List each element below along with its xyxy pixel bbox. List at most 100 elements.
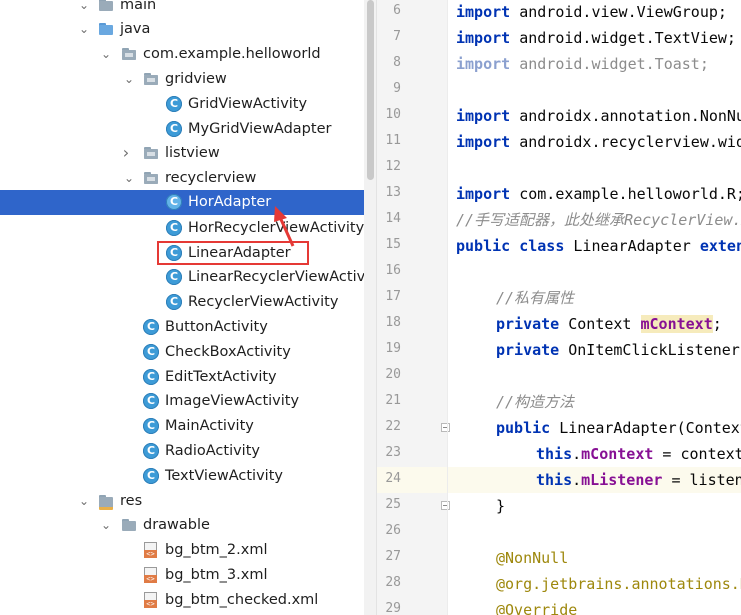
code-line[interactable]: public LinearAdapter(Context context, On… [448, 415, 741, 441]
code-line[interactable]: //构造方法 [448, 389, 741, 415]
gutter-line[interactable]: 20 [377, 363, 447, 389]
line-number: 11 [385, 133, 401, 148]
code-line[interactable]: private OnItemClickListener mListener; [448, 337, 741, 363]
tree-item-imageviewactivity[interactable]: C ImageViewActivity [0, 389, 376, 414]
code-line[interactable]: import android.widget.TextView; [448, 25, 741, 51]
gutter-line[interactable]: 26 [377, 519, 447, 545]
tree-item-label: RadioActivity [165, 443, 260, 459]
tree-item-linearrecyclerviewactivity[interactable]: C LinearRecyclerViewActivity [0, 265, 376, 290]
line-number: 10 [385, 107, 401, 122]
code-line[interactable]: @NonNull [448, 545, 741, 571]
chevron-down-icon[interactable]: ⌄ [121, 170, 137, 186]
tree-item-mygridviewadapter[interactable]: C MyGridViewAdapter [0, 117, 376, 142]
code-line[interactable]: //私有属性 [448, 285, 741, 311]
chevron-down-icon[interactable]: ⌄ [76, 493, 92, 509]
gutter-line[interactable]: 8 [377, 51, 447, 77]
gutter-line[interactable]: 10 [377, 103, 447, 129]
gutter-line[interactable]: 29 [377, 597, 447, 615]
code-line[interactable]: import androidx.recyclerview.widget.Recy… [448, 129, 741, 155]
code-line[interactable]: private Context mContext; [448, 311, 741, 337]
gutter-line-current[interactable]: 24 [377, 467, 447, 493]
gutter-line[interactable]: 6 [377, 0, 447, 25]
gutter-line[interactable]: 23 [377, 441, 447, 467]
tree-item-package-helloworld[interactable]: ⌄ com.example.helloworld [0, 42, 376, 67]
line-number: 22 [385, 419, 401, 434]
code-line[interactable] [448, 519, 741, 545]
tree-item-horrecyclerviewactivity[interactable]: C HorRecyclerViewActivity [0, 216, 376, 241]
tree-item-mainactivity[interactable]: C MainActivity [0, 414, 376, 439]
tree-item-gridview[interactable]: ⌄ gridview [0, 67, 376, 92]
code-line[interactable] [448, 155, 741, 181]
line-number: 15 [385, 237, 401, 252]
gutter-line[interactable]: 12 [377, 155, 447, 181]
code-line[interactable] [448, 363, 741, 389]
chevron-down-icon[interactable]: ⌄ [98, 46, 114, 62]
class-icon: C [143, 393, 159, 409]
tree-item-radioactivity[interactable]: C RadioActivity [0, 439, 376, 464]
gutter-line[interactable]: 7 [377, 25, 447, 51]
gutter-line[interactable]: 15 [377, 233, 447, 259]
package-icon [143, 170, 159, 186]
code-line[interactable]: this.mContext = context; [448, 441, 741, 467]
gutter-line[interactable]: 9 [377, 77, 447, 103]
tree-item-label: GridViewActivity [188, 96, 308, 112]
tree-item-label: res [120, 493, 143, 509]
gutter-line[interactable]: 19 [377, 337, 447, 363]
tree-item-checkboxactivity[interactable]: C CheckBoxActivity [0, 340, 376, 365]
gutter-line[interactable]: 17 [377, 285, 447, 311]
tree-item-edittextactivity[interactable]: C EditTextActivity [0, 365, 376, 390]
tree-item-bg-btm-2[interactable]: <> bg_btm_2.xml [0, 538, 376, 563]
tree-item-label: bg_btm_checked.xml [165, 592, 319, 608]
tree-scrollbar-thumb[interactable] [367, 0, 374, 180]
chevron-down-icon[interactable]: ⌄ [98, 517, 114, 533]
tree-item-label: bg_btm_2.xml [165, 542, 268, 558]
gutter-line[interactable]: 28 [377, 571, 447, 597]
tree-item-recyclerview[interactable]: ⌄ recyclerview [0, 166, 376, 191]
tree-item-drawable[interactable]: ⌄ drawable [0, 513, 376, 538]
gutter-line[interactable]: 21 [377, 389, 447, 415]
tree-item-main[interactable]: ⌄ main [0, 0, 376, 18]
gutter-line[interactable]: 13 [377, 181, 447, 207]
code-line[interactable]: //手写适配器，此处继承RecyclerView.Adapter [448, 207, 741, 233]
tree-item-bg-btm-3[interactable]: <> bg_btm_3.xml [0, 563, 376, 588]
resource-folder-icon [98, 493, 114, 510]
gutter-line[interactable]: 22 [377, 415, 450, 441]
code-line[interactable]: } [448, 493, 741, 519]
tree-item-horadapter[interactable]: C HorAdapter [0, 190, 376, 215]
tree-item-gridviewactivity[interactable]: C GridViewActivity [0, 92, 376, 117]
gutter-line[interactable]: 14 [377, 207, 447, 233]
gutter-line[interactable]: 18 [377, 311, 447, 337]
gutter-line[interactable]: 11 [377, 129, 447, 155]
annotation-highlight-box [157, 241, 309, 265]
tree-scrollbar[interactable] [364, 0, 376, 615]
code-line[interactable]: import android.view.ViewGroup; [448, 0, 741, 25]
gutter-line[interactable]: 16 [377, 259, 447, 285]
xml-file-icon: <> [144, 592, 157, 608]
tree-item-buttonactivity[interactable]: C ButtonActivity [0, 315, 376, 340]
chevron-down-icon[interactable]: ⌄ [76, 0, 92, 13]
chevron-right-icon[interactable]: › [118, 145, 134, 161]
chevron-down-icon[interactable]: ⌄ [76, 21, 92, 37]
code-line[interactable]: import com.example.helloworld.R; [448, 181, 741, 207]
code-line[interactable]: @org.jetbrains.annotations.NotNull [448, 571, 741, 597]
code-text: this.mListener = listener; [536, 471, 741, 489]
code-line[interactable]: public class LinearAdapter extends Recyc… [448, 233, 741, 259]
code-line-current[interactable]: this.mListener = listener; [448, 467, 741, 493]
code-editor[interactable]: import android.view.ViewGroup; import an… [448, 0, 741, 615]
gutter-line[interactable]: 27 [377, 545, 447, 571]
code-line[interactable]: import androidx.annotation.NonNull; [448, 103, 741, 129]
tree-item-java[interactable]: ⌄ java [0, 17, 376, 42]
tree-item-res[interactable]: ⌄ res [0, 489, 376, 514]
tree-item-textviewactivity[interactable]: C TextViewActivity [0, 464, 376, 489]
code-line[interactable]: @Override [448, 597, 741, 615]
code-line[interactable]: import android.widget.Toast; [448, 51, 741, 77]
tree-item-bg-btm-checked[interactable]: <> bg_btm_checked.xml [0, 588, 376, 613]
chevron-down-icon[interactable]: ⌄ [121, 71, 137, 87]
code-line[interactable] [448, 77, 741, 103]
line-number: 8 [393, 55, 401, 70]
code-line[interactable] [448, 259, 741, 285]
gutter-line[interactable]: 25 [377, 493, 450, 519]
tree-item-listview[interactable]: › listview [0, 141, 376, 166]
tree-item-recyclerviewactivity[interactable]: C RecyclerViewActivity [0, 290, 376, 315]
class-icon: C [166, 96, 182, 112]
